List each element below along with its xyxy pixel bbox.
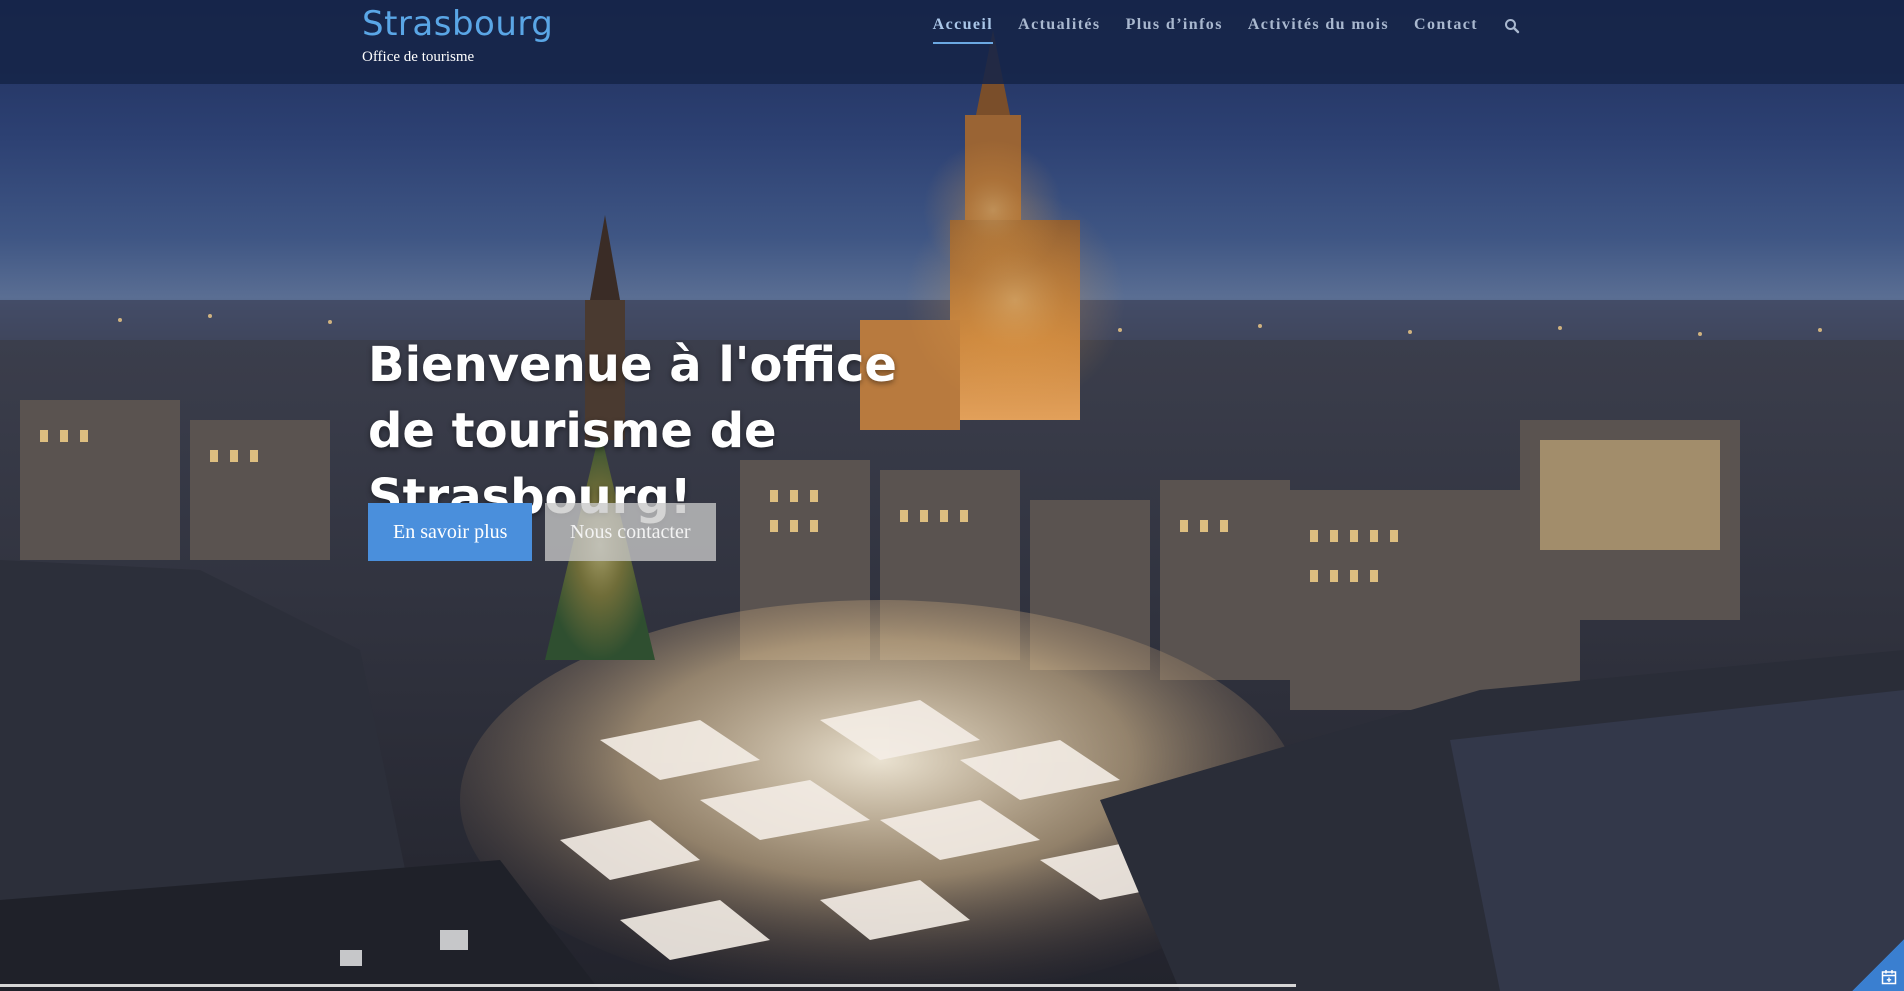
nav-item-plus-infos[interactable]: Plus d’infos bbox=[1126, 16, 1223, 44]
nav-item-actualites[interactable]: Actualités bbox=[1018, 16, 1100, 44]
brand[interactable]: Strasbourg Office de tourisme bbox=[362, 4, 553, 65]
hero-background bbox=[0, 0, 1904, 991]
slider-progress-bar bbox=[0, 984, 1296, 987]
nav-item-contact[interactable]: Contact bbox=[1414, 16, 1478, 44]
site-header: Strasbourg Office de tourisme Accueil Ac… bbox=[0, 0, 1904, 84]
city-night-scene bbox=[0, 30, 1904, 991]
en-savoir-plus-button[interactable]: En savoir plus bbox=[368, 503, 533, 561]
search-icon[interactable] bbox=[1504, 18, 1520, 34]
corner-widget[interactable] bbox=[1852, 939, 1904, 991]
hero-title: Bienvenue à l'office de tourisme de Stra… bbox=[368, 337, 897, 525]
calendar-icon[interactable] bbox=[1881, 969, 1897, 985]
nav-item-activites-du-mois[interactable]: Activités du mois bbox=[1248, 16, 1389, 44]
nous-contacter-button[interactable]: Nous contacter bbox=[545, 503, 716, 561]
main-nav: Accueil Actualités Plus d’infos Activité… bbox=[908, 16, 1520, 44]
nav-item-accueil[interactable]: Accueil bbox=[932, 16, 994, 44]
site-subtitle: Office de tourisme bbox=[362, 49, 475, 65]
site-title[interactable]: Strasbourg bbox=[362, 4, 553, 44]
